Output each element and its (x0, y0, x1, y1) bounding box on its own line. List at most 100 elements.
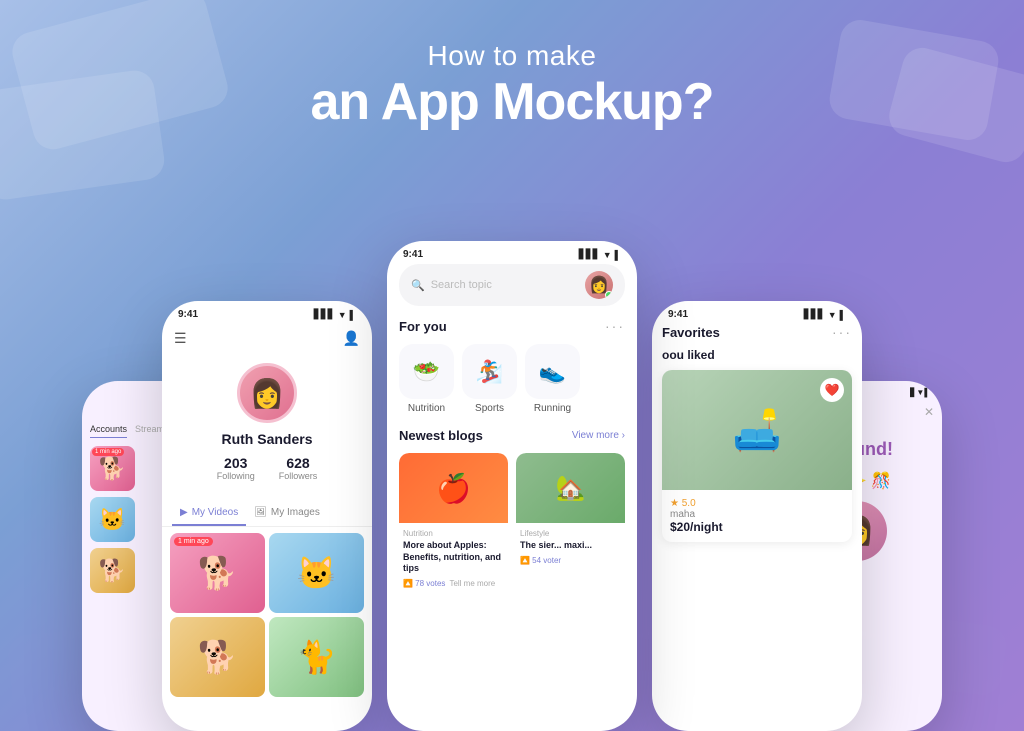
blog-card-1[interactable]: 🍎 Nutrition More about Apples: Benefits,… (399, 453, 508, 594)
blog-1-title: More about Apples: Benefits, nutrition, … (403, 540, 504, 575)
right-phone-content: Favorites ··· oou liked 🛋️ ❤️ ★ 5.0 maha… (652, 324, 862, 704)
animal-4: 🐈 (269, 617, 364, 697)
bg-decoration (885, 43, 1024, 166)
user-icon[interactable]: 👤 (343, 330, 360, 347)
section-menu-dots[interactable]: ··· (605, 318, 625, 334)
profile-tabs: ▶ My Videos 🖼 My Images (162, 501, 372, 527)
heart-button[interactable]: ❤️ (820, 378, 844, 402)
play-icon: ▶ (180, 507, 188, 518)
video-thumb-4: 🐈 (269, 617, 364, 697)
sports-emoji: 🏂 (476, 359, 503, 385)
view-more-button[interactable]: View more › (572, 430, 625, 441)
search-placeholder: Search topic (431, 279, 579, 291)
user-avatar: 👩 (585, 271, 613, 299)
phone-right: 9:41 ▋▋▋ ▼ ▌ Favorites ··· oou liked 🛋️ … (652, 301, 862, 731)
time-right: 9:41 (668, 309, 688, 320)
video-thumb-2: 🐱 (269, 533, 364, 613)
tab-my-videos[interactable]: ▶ My Videos (172, 501, 246, 526)
page-header: How to make an App Mockup? (311, 40, 714, 132)
notch-right (722, 301, 792, 323)
sports-label: Sports (475, 403, 504, 414)
blog-2-title: The sier... maxi... (520, 540, 621, 552)
battery-icon-left: ▌ (350, 310, 356, 320)
favorites-header: Favorites ··· (662, 324, 852, 340)
media-thumb-1: 🐕 1 min ago (90, 446, 135, 491)
following-count: 203 (217, 455, 255, 471)
wifi-icon-left: ▼ (338, 310, 347, 320)
for-you-header: For you ··· (399, 318, 625, 334)
running-emoji: 👟 (539, 359, 566, 385)
blog-1-actions: 🔼 78 votes Tell me more (403, 579, 504, 588)
category-running[interactable]: 👟 Running (525, 344, 580, 414)
animal-icon-3: 🐕 (90, 548, 135, 593)
blog-card-1-body: Nutrition More about Apples: Benefits, n… (399, 523, 508, 594)
image-icon: 🖼 (254, 507, 267, 518)
tab-accounts[interactable]: Accounts (90, 424, 127, 438)
following-stat: 203 Following (217, 455, 255, 481)
menu-icon[interactable]: ☰ (174, 330, 187, 347)
blog-2-actions: 🔼 54 voter (520, 556, 621, 565)
phones-container: ▋▋ ▼ ▌ ✕ Accounts Streaming Audio 🐕 1 mi… (62, 211, 962, 731)
online-indicator (605, 291, 613, 299)
blog-2-category: Lifestyle (520, 529, 621, 538)
center-phone-content: 🔍 Search topic 👩 For you ··· 🥗 Nutrition (387, 264, 637, 694)
bg-decoration (0, 68, 167, 202)
blogs-title: Newest blogs (399, 428, 483, 443)
video-thumb-3: 🐕 (170, 617, 265, 697)
blog-2-votes: 🔼 54 voter (520, 556, 561, 565)
blogs-header: Newest blogs View more › (399, 428, 625, 443)
category-nutrition[interactable]: 🥗 Nutrition (399, 344, 454, 414)
match-close-icon[interactable]: ✕ (924, 405, 934, 419)
blog-1-votes: 🔼 78 votes (403, 579, 445, 588)
search-bar[interactable]: 🔍 Search topic 👩 (399, 264, 625, 306)
favorites-dots[interactable]: ··· (832, 324, 852, 340)
followers-count: 628 (279, 455, 318, 471)
for-you-title: For you (399, 319, 447, 334)
battery-icon-right: ▌ (840, 310, 846, 320)
following-label: Following (217, 471, 255, 481)
animal-icon-2: 🐱 (90, 497, 135, 542)
bg-decoration (827, 17, 1002, 143)
room-price: $20/night (670, 520, 844, 534)
wifi-icon-right: ▼ (828, 310, 837, 320)
room-name: maha (670, 509, 844, 520)
running-icon-box: 👟 (525, 344, 580, 399)
blog-1-tell[interactable]: Tell me more (449, 579, 495, 588)
animal-3: 🐕 (170, 617, 265, 697)
status-icons-center: ▋▋▋ ▼ ▌ (579, 249, 621, 260)
favorites-title: Favorites (662, 325, 720, 340)
category-sports[interactable]: 🏂 Sports (462, 344, 517, 414)
profile-section: 👩 Ruth Sanders 203 Following 628 Followe… (162, 353, 372, 491)
blog-cards-list: 🍎 Nutrition More about Apples: Benefits,… (399, 453, 625, 594)
battery-icon-center: ▌ (615, 250, 621, 260)
liked-title: oou liked (662, 348, 852, 362)
phone-center: 9:41 ▋▋▋ ▼ ▌ 🔍 Search topic 👩 For you ··… (387, 241, 637, 731)
liked-text-2: ou liked (669, 348, 714, 362)
wifi-icon-center: ▼ (603, 250, 612, 260)
notch-left (232, 301, 302, 323)
categories-list: 🥗 Nutrition 🏂 Sports 👟 Running (399, 344, 625, 414)
running-label: Running (534, 403, 571, 414)
profile-name: Ruth Sanders (221, 431, 312, 447)
tab-my-images[interactable]: 🖼 My Images (246, 501, 328, 526)
phone-left: 9:41 ▋▋▋ ▼ ▌ ☰ 👤 👩 Ruth Sanders 203 (162, 301, 372, 731)
blog-card-2-body: Lifestyle The sier... maxi... 🔼 54 voter (516, 523, 625, 571)
sports-icon-box: 🏂 (462, 344, 517, 399)
nutrition-icon-box: 🥗 (399, 344, 454, 399)
media-thumb-2: 🐱 (90, 497, 135, 542)
nutrition-label: Nutrition (408, 403, 445, 414)
room-card: 🛋️ ❤️ ★ 5.0 maha $20/night (662, 370, 852, 542)
status-icons-left: ▋▋▋ ▼ ▌ (314, 309, 356, 320)
blog-card-2[interactable]: 🏡 Lifestyle The sier... maxi... 🔼 54 vot… (516, 453, 625, 594)
live-badge-1: 1 min ago (174, 537, 213, 546)
search-icon: 🔍 (411, 279, 425, 292)
apple-image: 🍎 (399, 453, 508, 523)
nutrition-emoji: 🥗 (413, 359, 440, 385)
signal-icon-right: ▋▋▋ (804, 309, 825, 320)
followers-stat: 628 Followers (279, 455, 318, 481)
live-badge: 1 min ago (92, 448, 124, 456)
animal-2: 🐱 (269, 533, 364, 613)
video-thumb-1: 🐕 1 min ago (170, 533, 265, 613)
signal-icon-center: ▋▋▋ (579, 249, 600, 260)
time-center: 9:41 (403, 249, 423, 260)
